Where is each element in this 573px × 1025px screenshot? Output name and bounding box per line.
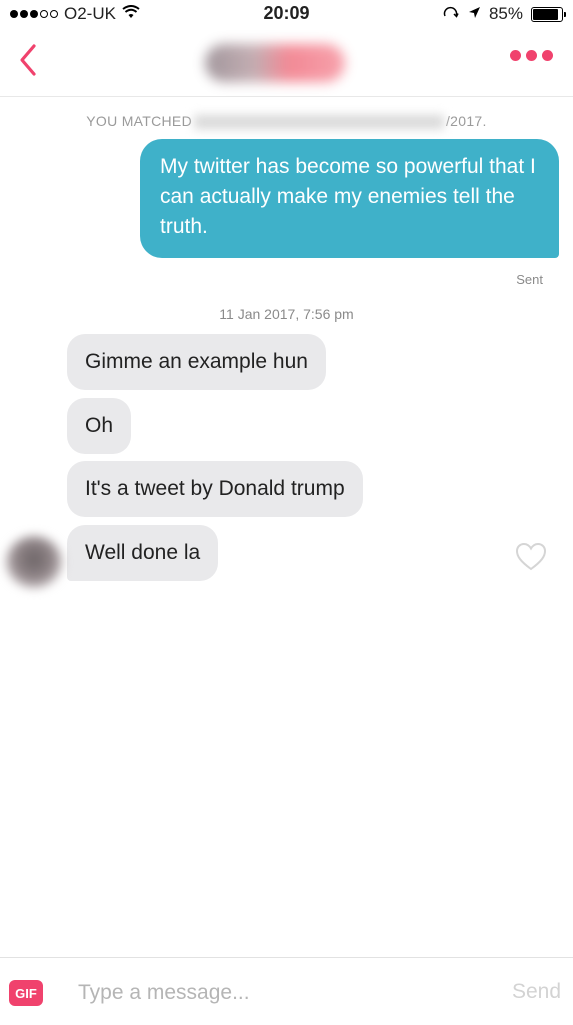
outgoing-message-bubble[interactable]: My twitter has become so powerful that I… xyxy=(140,139,559,258)
avatar[interactable] xyxy=(6,536,62,588)
more-dots-icon xyxy=(510,50,521,61)
status-bar: O2-UK 20:09 85% xyxy=(0,0,573,28)
gif-button[interactable]: GIF xyxy=(9,980,43,1006)
more-options-button[interactable] xyxy=(510,50,553,61)
battery-icon xyxy=(531,6,566,22)
matched-suffix: /2017. xyxy=(445,113,487,129)
battery-percent: 85% xyxy=(488,4,523,23)
heart-icon[interactable] xyxy=(514,540,548,574)
incoming-message-bubble[interactable]: It's a tweet by Donald trump xyxy=(67,461,363,517)
message-timestamp: 11 Jan 2017, 7:56 pm xyxy=(219,306,354,322)
status-right: 85% xyxy=(442,4,566,24)
message-composer: GIF Send xyxy=(0,957,573,1025)
incoming-message-bubble[interactable]: Well done la xyxy=(67,525,219,581)
message-input[interactable] xyxy=(70,976,496,1010)
matched-prefix: YOU MATCHED xyxy=(86,113,192,129)
chevron-left-icon xyxy=(20,44,36,76)
rotation-lock-icon xyxy=(442,4,460,24)
message-status: Sent xyxy=(516,272,543,287)
matched-date-note: YOU MATCHED/2017. xyxy=(0,113,573,130)
navigation-bar xyxy=(0,28,573,97)
location-icon xyxy=(468,4,481,24)
match-profile-header[interactable] xyxy=(205,44,345,82)
incoming-message-bubble[interactable]: Oh xyxy=(67,398,132,454)
send-button[interactable]: Send xyxy=(512,980,561,1004)
back-button[interactable] xyxy=(10,38,46,82)
redacted-text xyxy=(193,115,444,130)
incoming-message-bubble[interactable]: Gimme an example hun xyxy=(67,334,326,390)
